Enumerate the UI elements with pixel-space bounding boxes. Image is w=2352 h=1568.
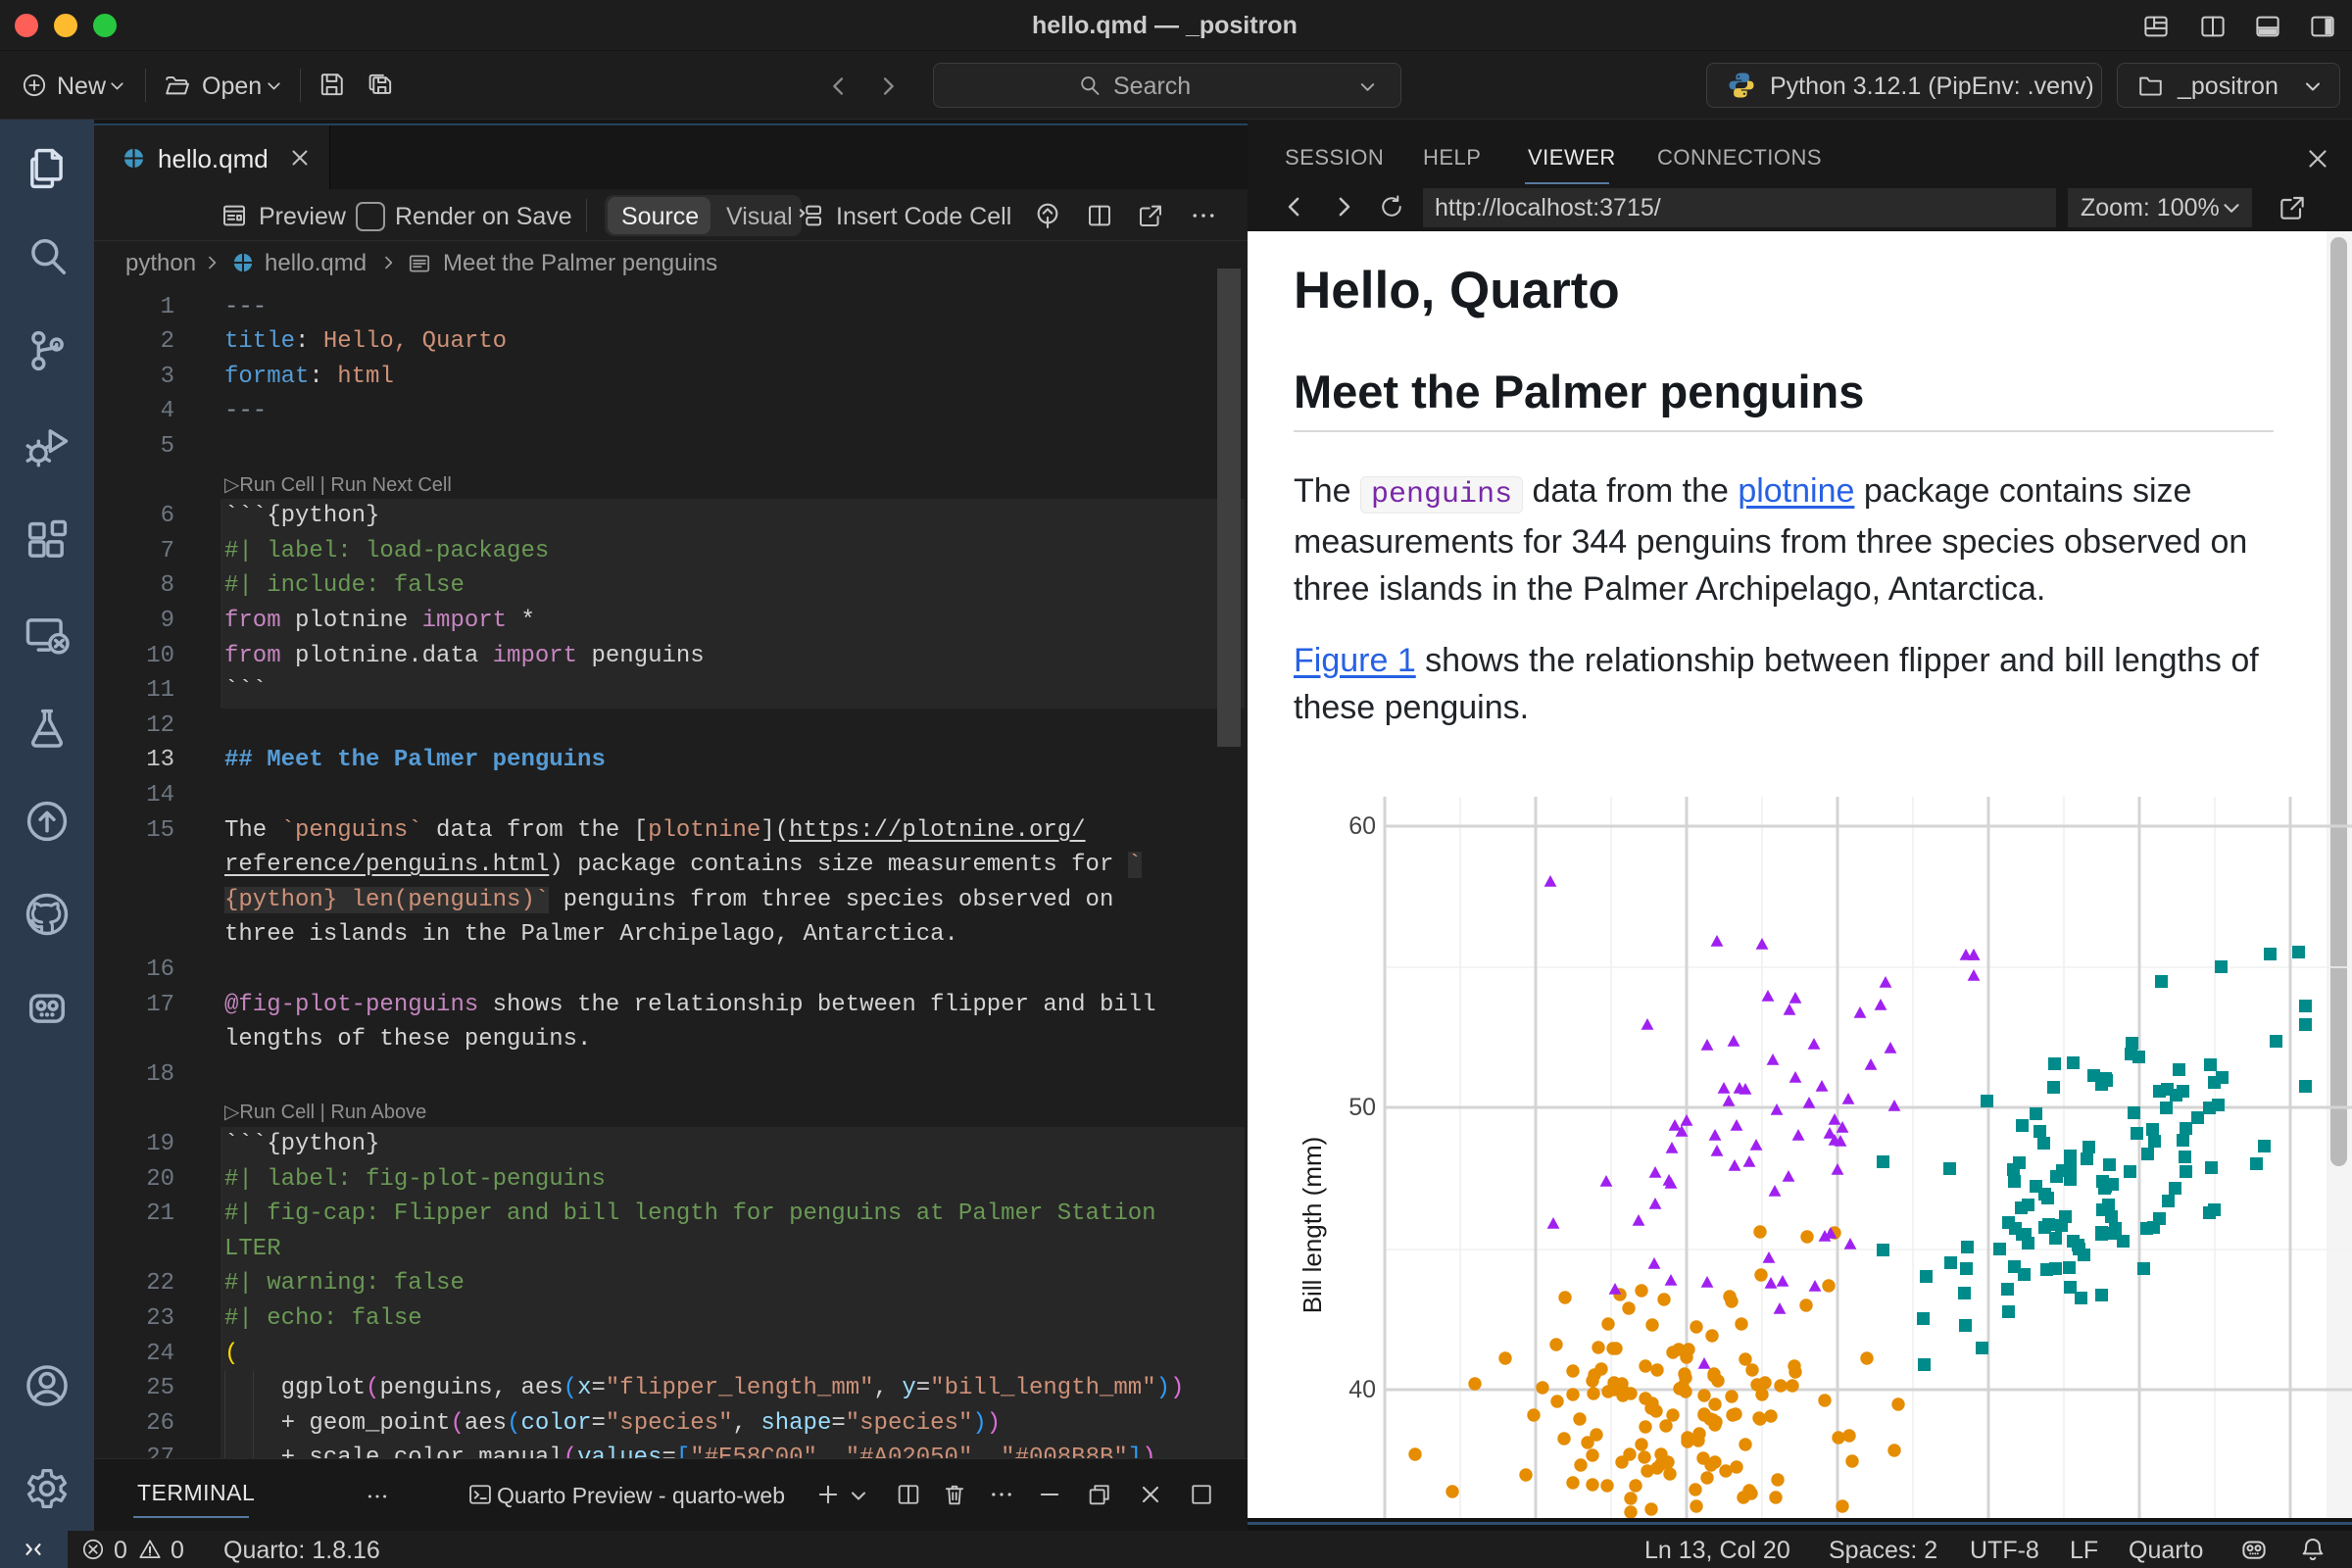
svg-text:40: 40 xyxy=(1348,1376,1376,1403)
svg-text:Bill length (mm): Bill length (mm) xyxy=(1298,1137,1327,1314)
svg-text:60: 60 xyxy=(1348,812,1376,840)
svg-text:50: 50 xyxy=(1348,1094,1376,1121)
